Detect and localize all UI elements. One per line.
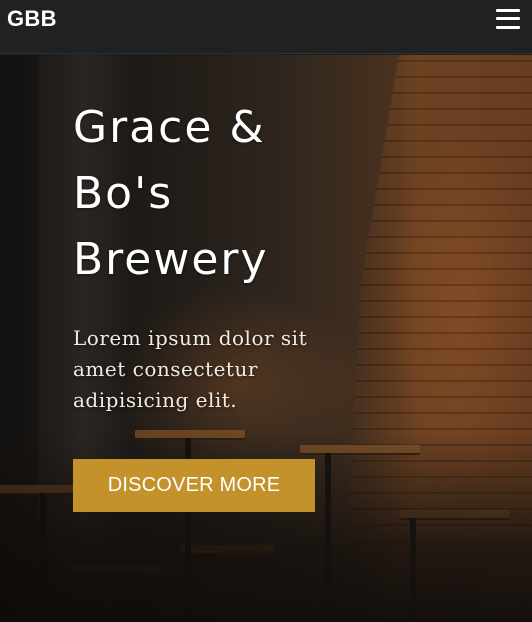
hamburger-menu-icon[interactable]: [496, 8, 520, 29]
brand-logo[interactable]: GBB: [7, 6, 57, 32]
navbar: GBB: [0, 0, 532, 54]
hero-section: Grace & Bo's Brewery Lorem ipsum dolor s…: [0, 55, 532, 622]
hamburger-line: [496, 25, 520, 29]
discover-more-button[interactable]: DISCOVER MORE: [73, 459, 315, 512]
hero-content: Grace & Bo's Brewery Lorem ipsum dolor s…: [73, 95, 373, 416]
hamburger-line: [496, 17, 520, 20]
hero-title-line: Grace &: [73, 102, 266, 153]
hero-title-line: Bo's: [73, 168, 174, 219]
hero-title-line: Brewery: [73, 234, 269, 285]
hero-lead-text: Lorem ipsum dolor sit amet consectetur a…: [73, 326, 308, 412]
hamburger-line: [496, 8, 520, 12]
hero-title: Grace & Bo's Brewery: [73, 95, 373, 293]
